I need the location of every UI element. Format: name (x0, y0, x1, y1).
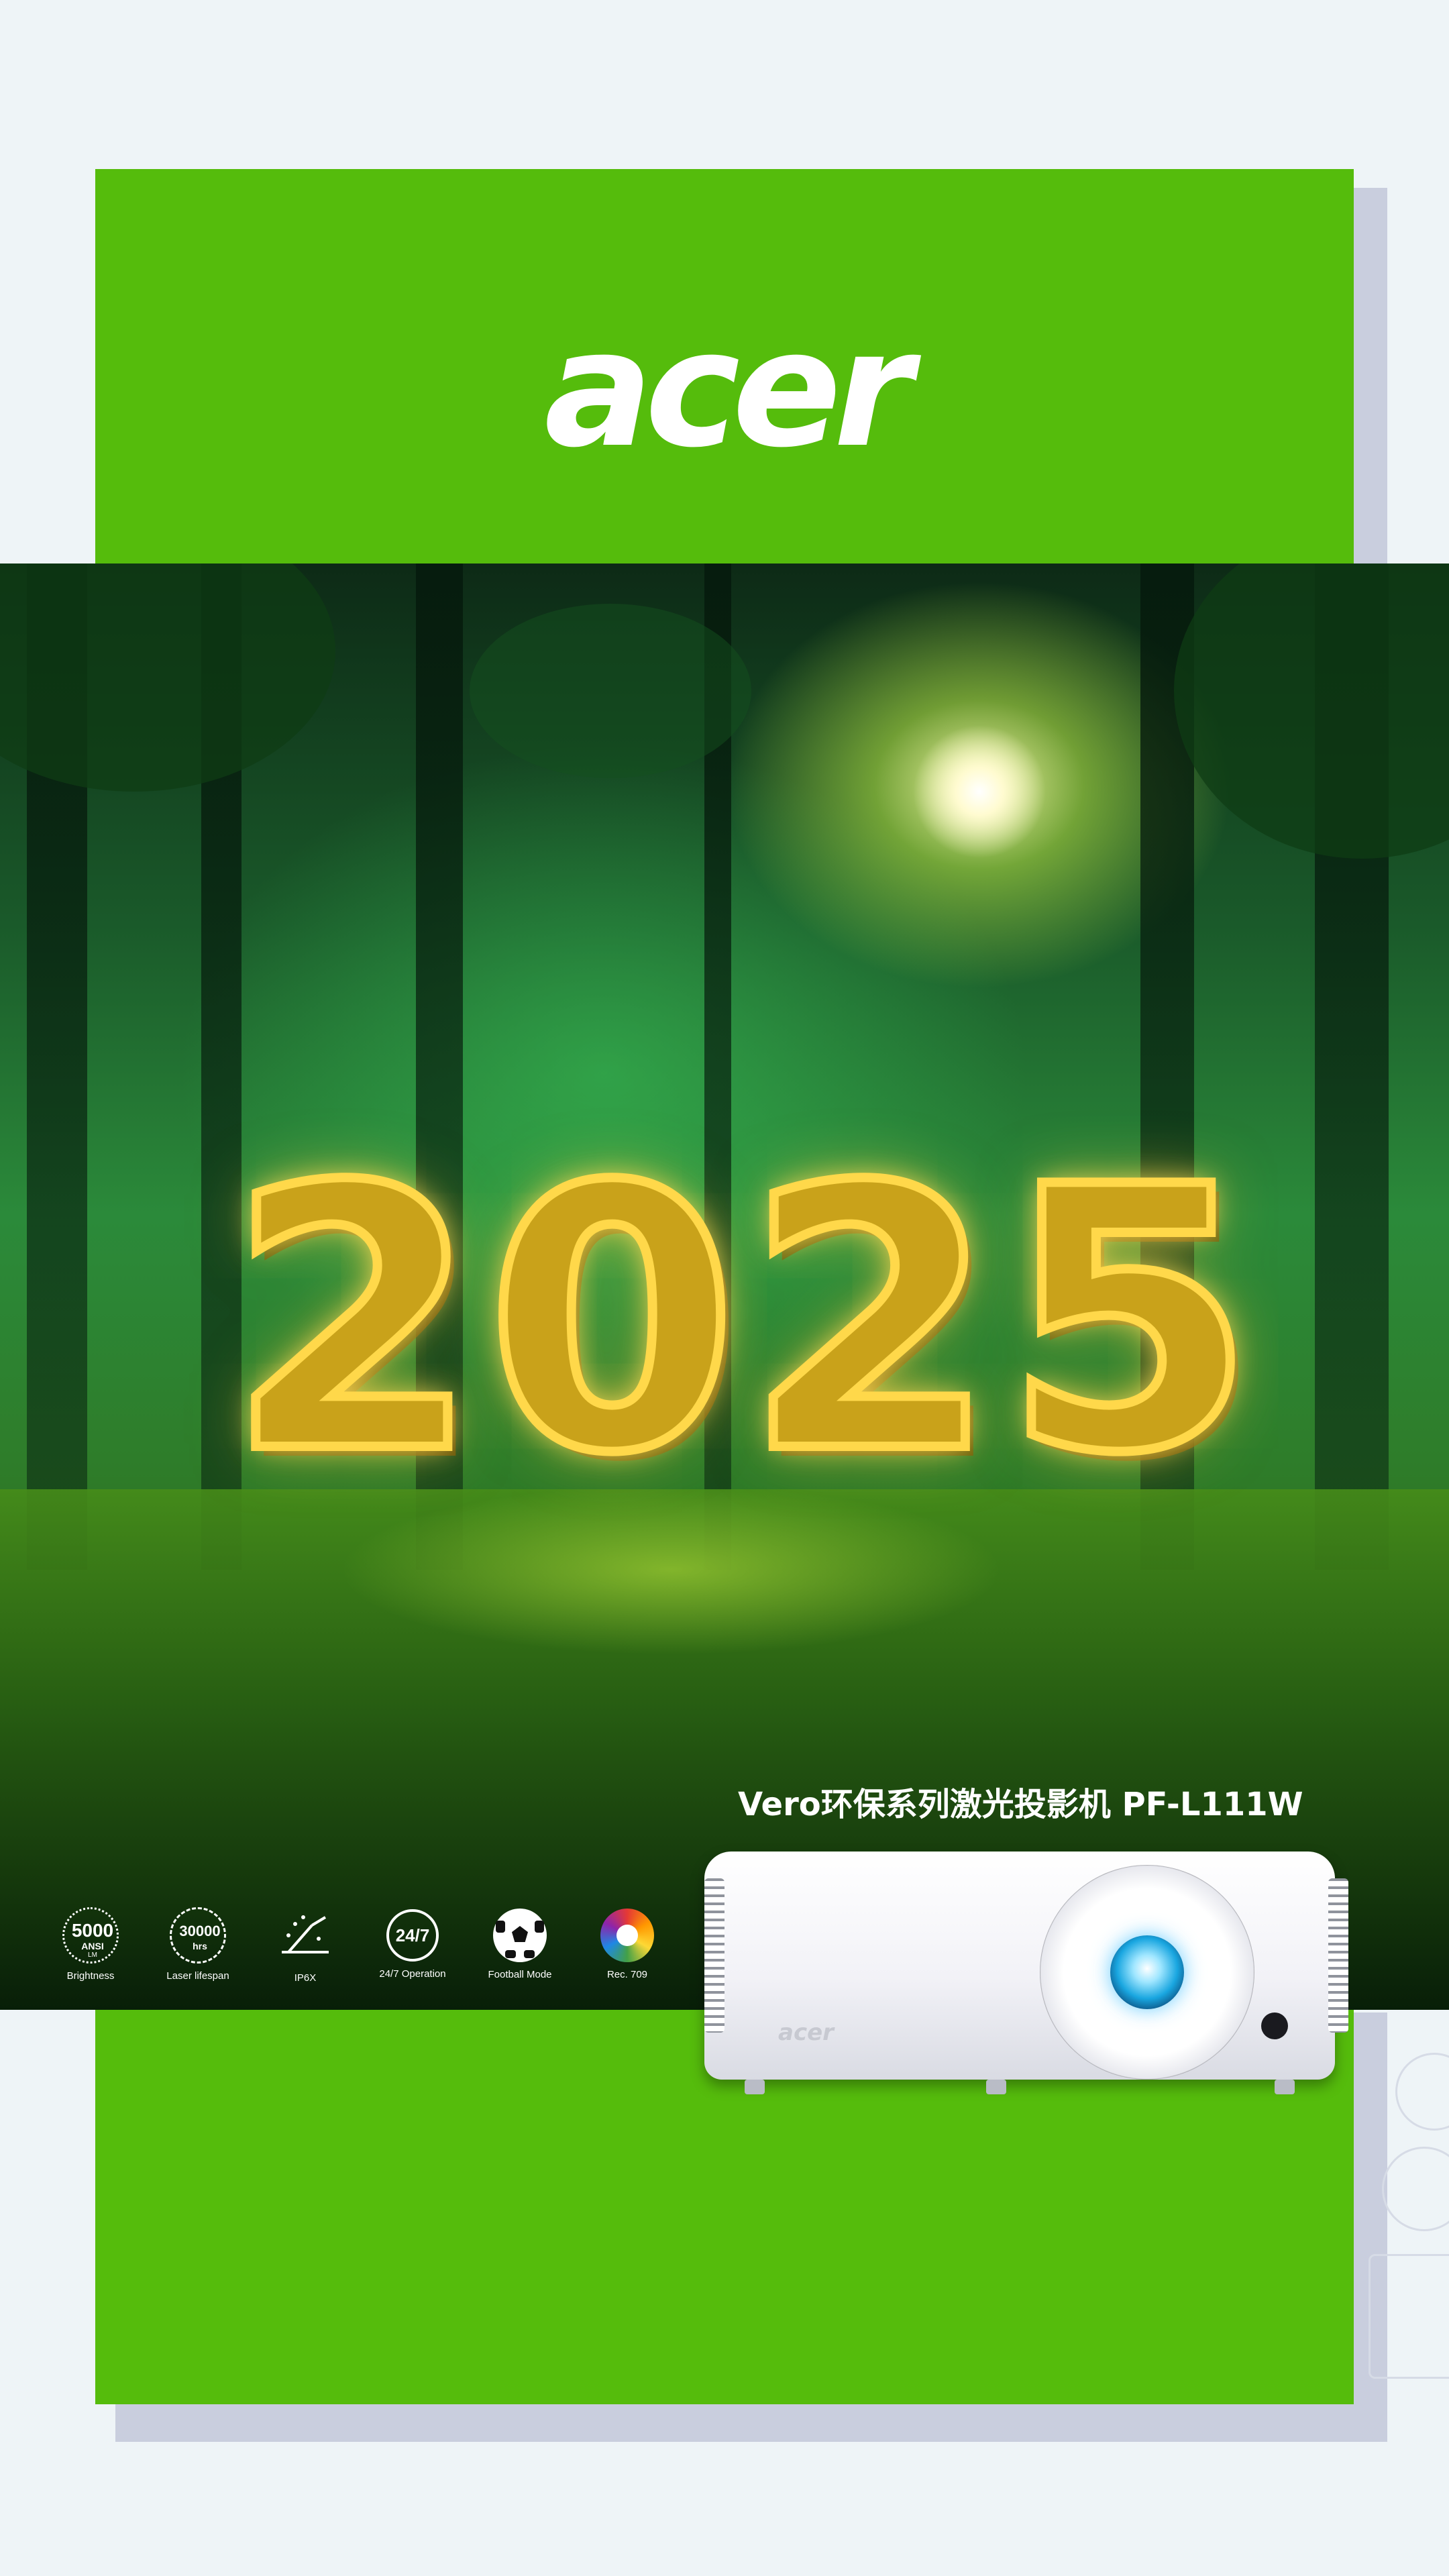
feature-label: Laser lifespan (166, 1970, 229, 1982)
acer-logo: acer (483, 309, 966, 470)
projector-lens-icon (1110, 1935, 1184, 2009)
projector-foot (986, 2080, 1006, 2094)
projector-brand-mark: acer (778, 2019, 834, 2046)
sunlight-icon (912, 724, 1046, 859)
projector-vent (704, 1878, 724, 2033)
brightness-sub: ANSI (81, 1941, 104, 1951)
feature-label: Rec. 709 (606, 1969, 648, 1980)
brightness-icon: 5000 ANSI LM (62, 1907, 119, 1964)
feature-rec709: Rec. 709 (577, 1905, 678, 1999)
year-heading: 2025 (223, 1109, 1263, 1534)
product-title: Vero环保系列激光投影机 PF-L111W (738, 1786, 1303, 1823)
feature-24-7: 24/7 24/7 Operation (362, 1905, 463, 1999)
deco-circle (1395, 2053, 1449, 2131)
forest-hero-image: 2025 Vero环保系列激光投影机 PF-L111W 5000 ANSI LM… (0, 564, 1449, 2010)
feature-icons-row: 5000 ANSI LM Brightness 30000 hrs Laser … (40, 1905, 684, 1999)
feature-label: Brightness (66, 1970, 115, 1982)
feature-label: Football Mode (488, 1969, 552, 1980)
projector-body: acer (704, 1851, 1348, 2080)
feature-laser-lifespan: 30000 hrs Laser lifespan (148, 1905, 248, 1999)
decorative-outline (1355, 2026, 1449, 2402)
lifespan-value: 30000 (179, 1923, 221, 1939)
projector-image: acer (698, 1845, 1348, 2106)
deco-frame (1368, 2254, 1449, 2379)
clock-24-7-icon: 24/7 (386, 1909, 439, 1962)
feature-brightness: 5000 ANSI LM Brightness (40, 1905, 141, 1999)
projector-foot (1275, 2080, 1295, 2094)
laser-lifespan-icon: 30000 hrs (170, 1907, 226, 1964)
football-icon (493, 1909, 547, 1962)
foliage (1174, 564, 1449, 859)
foliage (470, 604, 751, 778)
projector-foot (745, 2080, 765, 2094)
brightness-value: 5000 (71, 1920, 114, 1941)
feature-football: Football Mode (470, 1905, 570, 1999)
projector-vent (1328, 1878, 1348, 2033)
brightness-unit: LM (88, 1951, 97, 1959)
projector-sensor (1261, 2012, 1288, 2039)
logo-text: acer (544, 295, 912, 483)
foliage (0, 564, 335, 792)
ip6x-icon (275, 1905, 335, 1966)
color-wheel-icon (600, 1909, 654, 1962)
feature-label: 24/7 Operation (379, 1968, 446, 1980)
deco-circle (1382, 2147, 1449, 2231)
feature-label: IP6X (294, 1972, 317, 1984)
feature-ip6x: IP6X (255, 1905, 356, 1999)
lifespan-sub: hrs (193, 1941, 207, 1951)
